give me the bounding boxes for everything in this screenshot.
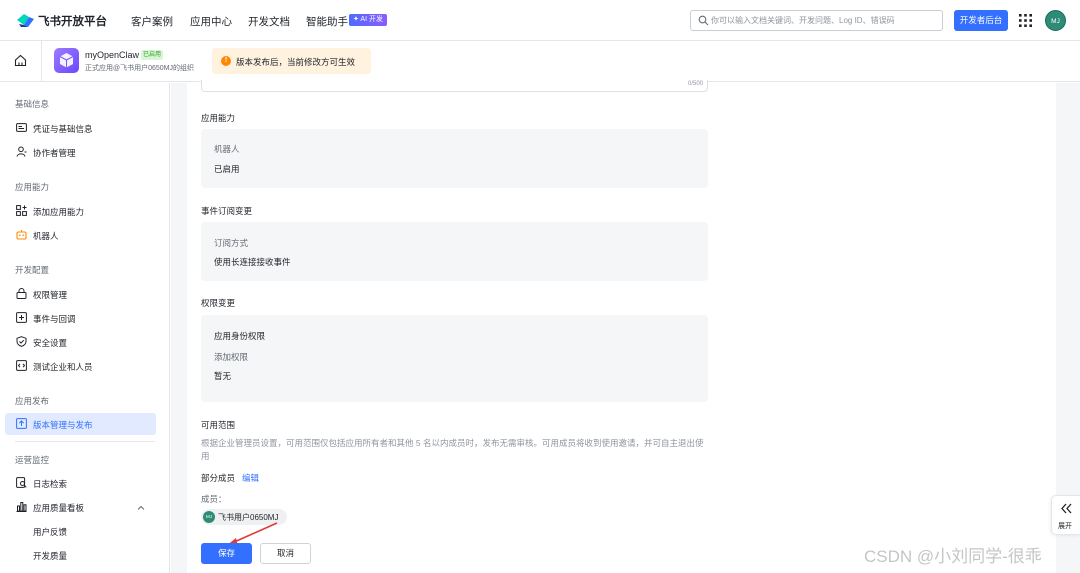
user-avatar[interactable]: MJ xyxy=(1045,10,1066,31)
sidebar-group-release: 应用发布 xyxy=(15,396,50,406)
home-icon[interactable] xyxy=(14,54,27,67)
sidebar-item-credentials[interactable]: 凭证与基础信息 xyxy=(5,117,156,139)
sidebar-item-label: 安全设置 xyxy=(33,338,68,348)
added-permission-value: 暂无 xyxy=(214,371,232,381)
sidebar-item-label: 应用质量看板 xyxy=(33,503,85,513)
event-icon xyxy=(16,312,27,323)
capability-label: 机器人 xyxy=(214,144,240,154)
app-org: 正式应用@飞书用户0650MJ的组织 xyxy=(85,65,195,72)
warning-icon: ! xyxy=(221,56,231,66)
sidebar-item-label: 测试企业和人员 xyxy=(33,362,93,372)
logo-text[interactable]: 飞书开放平台 xyxy=(38,13,107,29)
feishu-logo-icon[interactable] xyxy=(16,11,35,28)
search-box[interactable] xyxy=(690,10,943,31)
upload-icon xyxy=(16,418,27,429)
added-permission-label: 添加权限 xyxy=(214,352,249,362)
sidebar-item-quality-dashboard[interactable]: 应用质量看板 xyxy=(5,496,156,518)
sidebar-item-label: 协作者管理 xyxy=(33,148,76,158)
app-name: myOpenClaw xyxy=(85,50,140,60)
developer-console-button[interactable]: 开发者后台 xyxy=(954,10,1008,31)
release-notes-textarea[interactable]: 0/500 xyxy=(201,80,708,92)
expand-panel-button[interactable]: 展开 xyxy=(1051,495,1080,535)
capability-section-title: 应用能力 xyxy=(201,113,236,123)
release-notice: ! 版本发布后，当前修改方可生效 xyxy=(212,48,371,74)
event-section-title: 事件订阅变更 xyxy=(201,206,253,216)
nav-dev-docs[interactable]: 开发文档 xyxy=(248,14,290,29)
members-label: 成员： xyxy=(201,494,227,504)
identity-permission-label: 应用身份权限 xyxy=(214,331,266,341)
sidebar-item-label: 添加应用能力 xyxy=(33,207,85,217)
id-card-icon xyxy=(16,123,27,132)
search-icon xyxy=(698,15,709,26)
sidebar-item-label: 权限管理 xyxy=(33,290,68,300)
code-icon xyxy=(16,360,27,371)
scope-section-title: 可用范围 xyxy=(201,420,236,430)
sidebar-item-bot[interactable]: 机器人 xyxy=(5,224,156,246)
cancel-button[interactable]: 取消 xyxy=(260,543,311,564)
capability-value: 已启用 xyxy=(214,164,240,174)
permission-box xyxy=(201,315,708,402)
add-app-icon xyxy=(16,205,27,216)
char-counter: 0/500 xyxy=(687,81,703,87)
sidebar-group-basic: 基础信息 xyxy=(15,99,50,109)
sidebar-item-permissions[interactable]: 权限管理 xyxy=(5,283,156,305)
search-input[interactable] xyxy=(711,12,939,29)
expand-label: 展开 xyxy=(1058,523,1072,530)
sidebar-item-collaborators[interactable]: 协作者管理 xyxy=(5,141,156,163)
app-status-badge: 已启用 xyxy=(141,50,164,60)
app-header xyxy=(0,41,1080,82)
event-label: 订阅方式 xyxy=(214,238,249,248)
ai-dev-badge: ✦ AI 开发 xyxy=(349,14,387,26)
lock-icon xyxy=(16,288,27,299)
nav-smart-assistant[interactable]: 智能助手 xyxy=(306,14,348,29)
log-search-icon xyxy=(16,477,27,488)
capability-box xyxy=(201,129,708,188)
nav-app-center[interactable]: 应用中心 xyxy=(190,14,232,29)
notice-text: 版本发布后，当前修改方可生效 xyxy=(236,57,356,67)
header-divider xyxy=(41,41,42,82)
sidebar-item-security[interactable]: 安全设置 xyxy=(5,331,156,353)
robot-icon xyxy=(16,230,27,240)
app-grid-icon[interactable] xyxy=(1019,14,1032,27)
sidebar-item-events[interactable]: 事件与回调 xyxy=(5,307,156,329)
bar-chart-icon xyxy=(16,502,27,512)
top-navigation-bar: 飞书开放平台 客户案例 应用中心 开发文档 智能助手 ✦ AI 开发 开发者后台… xyxy=(0,0,1080,41)
app-cube-icon xyxy=(54,48,79,73)
sidebar-item-version-release[interactable]: 版本管理与发布 xyxy=(5,413,156,435)
sidebar-group-capability: 应用能力 xyxy=(15,182,50,192)
scope-value: 部分成员 xyxy=(201,473,236,483)
sidebar-item-log-search[interactable]: 日志检索 xyxy=(5,472,156,494)
scope-description: 根据企业管理员设置，可用范围仅包括应用所有者和其他 5 名以内成员时，发布无需审… xyxy=(201,438,704,461)
sidebar-group-monitor: 运营监控 xyxy=(15,455,50,465)
permission-section-title: 权限变更 xyxy=(201,298,236,308)
sidebar-item-label: 机器人 xyxy=(33,231,59,241)
sidebar-item-add-capability[interactable]: 添加应用能力 xyxy=(5,200,156,222)
event-value: 使用长连接接收事件 xyxy=(214,257,291,267)
sidebar-item-label: 日志检索 xyxy=(33,479,68,489)
watermark-text: CSDN @小刘同学-很乖 xyxy=(864,547,1042,566)
sidebar-item-user-feedback[interactable]: 用户反馈 xyxy=(33,526,67,538)
event-box xyxy=(201,222,708,281)
sidebar-item-test-enterprise[interactable]: 测试企业和人员 xyxy=(5,355,156,377)
sidebar-item-dev-quality[interactable]: 开发质量 xyxy=(33,550,67,562)
sidebar-item-label: 版本管理与发布 xyxy=(33,420,93,430)
nav-customer-cases[interactable]: 客户案例 xyxy=(131,14,173,29)
edit-scope-link[interactable]: 编辑 xyxy=(242,472,259,484)
chevron-up-icon[interactable] xyxy=(137,504,145,512)
sidebar-item-label: 事件与回调 xyxy=(33,314,76,324)
double-chevron-left-icon xyxy=(1061,503,1072,514)
sidebar-group-config: 开发配置 xyxy=(15,265,50,275)
user-icon xyxy=(16,146,27,157)
save-button[interactable]: 保存 xyxy=(201,543,252,564)
member-avatar: MJ xyxy=(203,511,215,523)
sidebar-item-label: 凭证与基础信息 xyxy=(33,124,93,134)
shield-icon xyxy=(16,336,27,347)
sidebar-divider xyxy=(15,441,155,442)
